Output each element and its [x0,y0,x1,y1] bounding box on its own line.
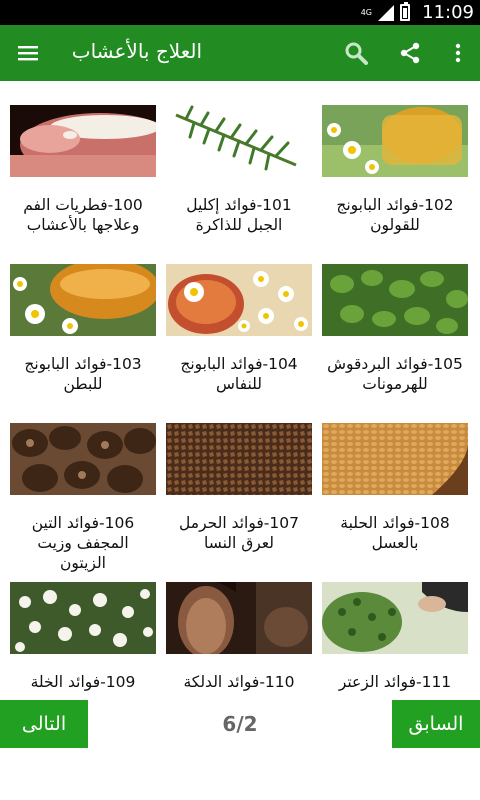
menu-button[interactable] [8,33,48,73]
chamomile-tea-image [10,264,156,336]
chamomile-cup-image [166,264,312,336]
network-type: 4G [360,7,372,17]
item-caption: 106-فوائد التين المجفف وزيت الزيتون [31,514,135,572]
status-time: 11:09 [422,2,474,23]
list-item[interactable]: 104-فوائد البابونج للنفاس [166,264,312,394]
item-caption: 107-فوائد الحرمل لعرق النسا [179,514,299,552]
list-item[interactable]: 110-فوائد الدلكة [166,582,312,692]
item-caption: 105-فوائد البردقوش للهرمونات [327,355,463,393]
dried-figs-image [10,423,156,495]
previous-page-button[interactable]: السابق [392,700,480,748]
item-caption: 101-فوائد إكليل الجبل للذاكرة [186,196,292,234]
search-icon [345,42,368,65]
item-caption: 104-فوائد البابونج للنفاس [180,355,298,393]
app-bar: العلاج بالأعشاب [0,25,480,81]
search-button[interactable] [336,33,376,73]
list-item[interactable]: 101-فوائد إكليل الجبل للذاكرة [166,105,312,235]
herbs-grid: 102-فوائد البابونج للقولون 101-فوائد إكل… [0,81,480,701]
marjoram-image [322,264,468,336]
share-button[interactable] [390,33,430,73]
pagination-footer: التالى 6/2 السابق [0,700,480,800]
item-caption: 103-فوائد البابونج للبطن [24,355,142,393]
app-title: العلاج بالأعشاب [71,39,202,63]
share-icon [400,42,420,64]
thyme-image [322,582,468,654]
harmal-seeds-image [166,423,312,495]
list-item[interactable]: 100-فطريات الفم وعلاجها بالأعشاب [10,105,156,235]
item-caption: 102-فوائد البابونج للقولون [336,196,454,234]
list-item[interactable]: 102-فوائد البابونج للقولون [322,105,468,235]
list-item[interactable]: 107-فوائد الحرمل لعرق النسا [166,423,312,553]
item-caption: 109-فوائد الخلة [30,673,136,691]
list-item[interactable]: 108-فوائد الحلبة بالعسل [322,423,468,553]
signal-icon [378,4,394,21]
status-icons: 4G [360,2,410,21]
chamomile-tea-image [322,105,468,177]
rosemary-image [166,105,312,177]
list-item[interactable]: 109-فوائد الخلة [10,582,156,692]
status-bar: 4G 11:09 [0,0,480,25]
battery-icon [400,2,410,21]
list-item[interactable]: 106-فوائد التين المجفف وزيت الزيتون [10,423,156,573]
list-item[interactable]: 111-فوائد الزعتر [322,582,468,692]
hamburger-menu-icon [18,46,38,61]
more-options-button[interactable] [438,33,478,73]
list-item[interactable]: 105-فوائد البردقوش للهرمونات [322,264,468,394]
khella-flowers-image [10,582,156,654]
item-caption: 108-فوائد الحلبة بالعسل [340,514,450,552]
page-indicator: 6/2 [222,712,258,736]
item-caption: 100-فطريات الفم وعلاجها بالأعشاب [23,196,143,234]
more-vertical-icon [455,43,461,63]
face-mask-image [166,582,312,654]
mouth-sore-image [10,105,156,177]
fenugreek-image [322,423,468,495]
item-caption: 110-فوائد الدلكة [183,673,295,691]
list-item[interactable]: 103-فوائد البابونج للبطن [10,264,156,394]
next-page-button[interactable]: التالى [0,700,88,748]
item-caption: 111-فوائد الزعتر [338,673,452,691]
